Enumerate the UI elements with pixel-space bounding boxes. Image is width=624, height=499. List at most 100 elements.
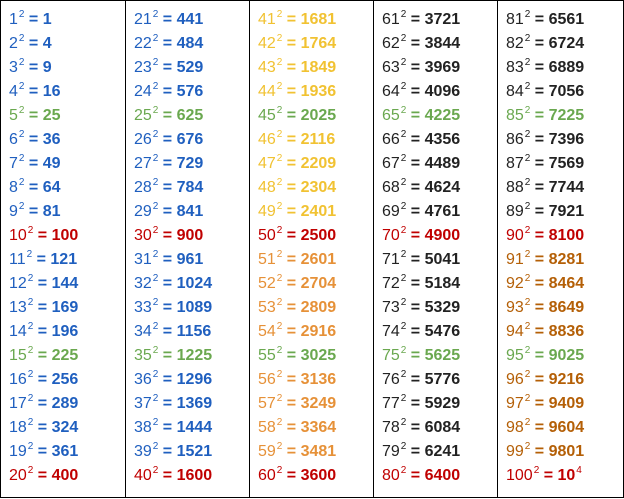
base-number: 4 (9, 83, 18, 100)
square-entry: 612 = 3721 (382, 8, 460, 32)
equals-sign: = (158, 347, 177, 364)
square-entry: 592 = 3481 (258, 440, 336, 464)
square-result: 6084 (424, 419, 461, 436)
equals-sign: = (158, 35, 177, 52)
equals-sign: = (158, 467, 177, 484)
square-result: 1444 (176, 419, 213, 436)
exponent: 2 (524, 273, 531, 284)
exponent: 2 (400, 153, 407, 164)
equals-sign: = (282, 11, 301, 28)
square-entry: 832 = 6889 (506, 56, 584, 80)
equals-sign: = (158, 155, 177, 172)
square-entry: 332 = 1089 (134, 296, 212, 320)
equals-sign: = (530, 251, 549, 268)
square-entry: 82 = 64 (9, 176, 61, 200)
base-number: 37 (134, 395, 152, 412)
base-number: 77 (382, 395, 400, 412)
equals-sign: = (158, 203, 177, 220)
base-number: 73 (382, 299, 400, 316)
square-result: 8649 (548, 299, 585, 316)
square-entry: 532 = 2809 (258, 296, 336, 320)
square-result: 2025 (300, 107, 337, 124)
base-number: 54 (258, 323, 276, 340)
square-entry: 902 = 8100 (506, 224, 584, 248)
table-column: 212 = 441 222 = 484 232 = 529 242 = 576 252 … (126, 1, 250, 497)
square-result: 49 (42, 155, 61, 172)
square-entry: 152 = 225 (9, 344, 78, 368)
equals-sign: = (530, 419, 549, 436)
square-entry: 292 = 841 (134, 200, 203, 224)
base-number: 91 (506, 251, 524, 268)
base-number: 58 (258, 419, 276, 436)
exponent: 2 (152, 273, 159, 284)
equals-sign: = (158, 419, 177, 436)
base-number: 87 (506, 155, 524, 172)
equals-sign: = (530, 227, 549, 244)
square-entry: 432 = 1849 (258, 56, 336, 80)
exponent: 2 (152, 321, 159, 332)
equals-sign: = (406, 203, 425, 220)
equals-sign: = (406, 275, 425, 292)
square-result: 1600 (176, 467, 213, 484)
square-result: 4096 (424, 83, 461, 100)
base-number: 95 (506, 347, 524, 364)
exponent: 2 (18, 105, 25, 116)
exponent: 2 (524, 177, 531, 188)
square-result: 289 (51, 395, 79, 412)
square-entry: 392 = 1521 (134, 440, 212, 464)
base-number: 24 (134, 83, 152, 100)
square-entry: 562 = 3136 (258, 368, 336, 392)
base-number: 71 (382, 251, 400, 268)
square-entry: 72 = 49 (9, 152, 61, 176)
equals-sign: = (530, 371, 549, 388)
base-number: 35 (134, 347, 152, 364)
square-entry: 602 = 3600 (258, 464, 336, 488)
square-result: 3364 (300, 419, 337, 436)
equals-sign: = (33, 395, 52, 412)
exponent: 2 (152, 369, 159, 380)
square-result: 3481 (300, 443, 337, 460)
square-entry: 552 = 3025 (258, 344, 336, 368)
base-number: 88 (506, 179, 524, 196)
exponent: 2 (524, 249, 531, 260)
equals-sign: = (24, 155, 43, 172)
square-result: 7056 (548, 83, 585, 100)
base-number: 93 (506, 299, 524, 316)
exponent: 2 (400, 81, 407, 92)
square-entry: 212 = 441 (134, 8, 203, 32)
equals-sign: = (530, 203, 549, 220)
base-number: 100 (506, 467, 533, 484)
square-result: 625 (176, 107, 204, 124)
exponent: 2 (27, 345, 34, 356)
base-number: 86 (506, 131, 524, 148)
base-number: 43 (258, 59, 276, 76)
exponent: 2 (27, 441, 34, 452)
square-entry: 262 = 676 (134, 128, 203, 152)
square-entry: 732 = 5329 (382, 296, 460, 320)
base-number: 38 (134, 419, 152, 436)
square-result: 9604 (548, 419, 585, 436)
equals-sign: = (282, 467, 301, 484)
base-number: 66 (382, 131, 400, 148)
square-result: 7569 (548, 155, 585, 172)
equals-sign: = (33, 347, 52, 364)
square-result: 841 (176, 203, 204, 220)
square-result: 7225 (548, 107, 585, 124)
square-result: 4900 (424, 227, 461, 244)
exponent: 2 (276, 201, 283, 212)
square-entry: 852 = 7225 (506, 104, 584, 128)
square-entry: 402 = 1600 (134, 464, 212, 488)
exponent: 2 (524, 393, 531, 404)
equals-sign: = (282, 251, 301, 268)
exponent: 2 (152, 393, 159, 404)
equals-sign: = (406, 395, 425, 412)
base-number: 45 (258, 107, 276, 124)
exponent: 2 (276, 345, 283, 356)
square-entry: 892 = 7921 (506, 200, 584, 224)
equals-sign: = (282, 323, 301, 340)
square-result: 5776 (424, 371, 461, 388)
square-entry: 232 = 529 (134, 56, 203, 80)
exponent: 2 (152, 225, 159, 236)
exponent: 2 (152, 105, 159, 116)
square-entry: 452 = 2025 (258, 104, 336, 128)
